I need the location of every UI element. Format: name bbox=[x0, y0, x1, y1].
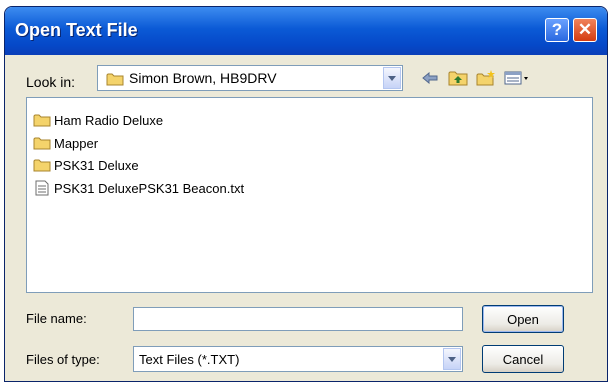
view-menu-icon[interactable] bbox=[503, 67, 531, 89]
folder-icon bbox=[33, 137, 51, 150]
dialog-title: Open Text File bbox=[15, 20, 138, 40]
list-item-label: Mapper bbox=[54, 135, 99, 151]
cancel-button[interactable]: Cancel bbox=[482, 345, 564, 373]
list-item-label: Ham Radio Deluxe bbox=[54, 112, 164, 128]
up-folder-icon[interactable] bbox=[447, 67, 469, 89]
close-button[interactable]: ✕ bbox=[573, 18, 597, 42]
text-file-icon bbox=[35, 180, 49, 196]
list-item-label: PSK31 Deluxe bbox=[54, 157, 139, 173]
back-arrow-icon[interactable] bbox=[419, 67, 441, 89]
look-in-label: Look in: bbox=[26, 74, 76, 90]
new-folder-icon[interactable] bbox=[475, 67, 497, 89]
list-item-label: PSK31 DeluxePSK31 Beacon.txt bbox=[54, 180, 245, 196]
look-in-dropdown[interactable]: Simon Brown, HB9DRV bbox=[97, 65, 403, 91]
open-button[interactable]: Open bbox=[482, 305, 564, 333]
file-name-input[interactable] bbox=[133, 307, 463, 331]
folder-icon bbox=[33, 159, 51, 172]
chevron-down-icon[interactable] bbox=[443, 348, 461, 370]
close-icon: ✕ bbox=[577, 20, 593, 39]
look-in-value: Simon Brown, HB9DRV bbox=[129, 70, 277, 86]
list-item[interactable]: Mapper bbox=[33, 133, 98, 153]
folder-icon bbox=[106, 73, 124, 86]
folder-icon bbox=[33, 114, 51, 127]
file-type-value: Text Files (*.TXT) bbox=[139, 352, 240, 367]
file-type-label: Files of type: bbox=[26, 352, 100, 367]
list-item[interactable]: PSK31 Deluxe bbox=[33, 155, 139, 175]
help-button[interactable]: ? bbox=[545, 18, 569, 42]
file-type-dropdown[interactable]: Text Files (*.TXT) bbox=[133, 346, 463, 372]
list-item[interactable]: PSK31 DeluxePSK31 Beacon.txt bbox=[33, 178, 244, 198]
chevron-down-icon[interactable] bbox=[383, 67, 401, 89]
title-bar[interactable]: Open Text File ? ✕ bbox=[5, 7, 607, 55]
help-icon: ? bbox=[551, 20, 563, 39]
list-item[interactable]: Ham Radio Deluxe bbox=[33, 110, 163, 130]
file-name-label: File name: bbox=[26, 311, 87, 326]
open-text-file-dialog: Open Text File ? ✕ Look in: Simon Brown,… bbox=[4, 6, 608, 382]
file-list[interactable]: Ham Radio Deluxe Mapper PSK31 Deluxe PSK… bbox=[26, 97, 593, 293]
